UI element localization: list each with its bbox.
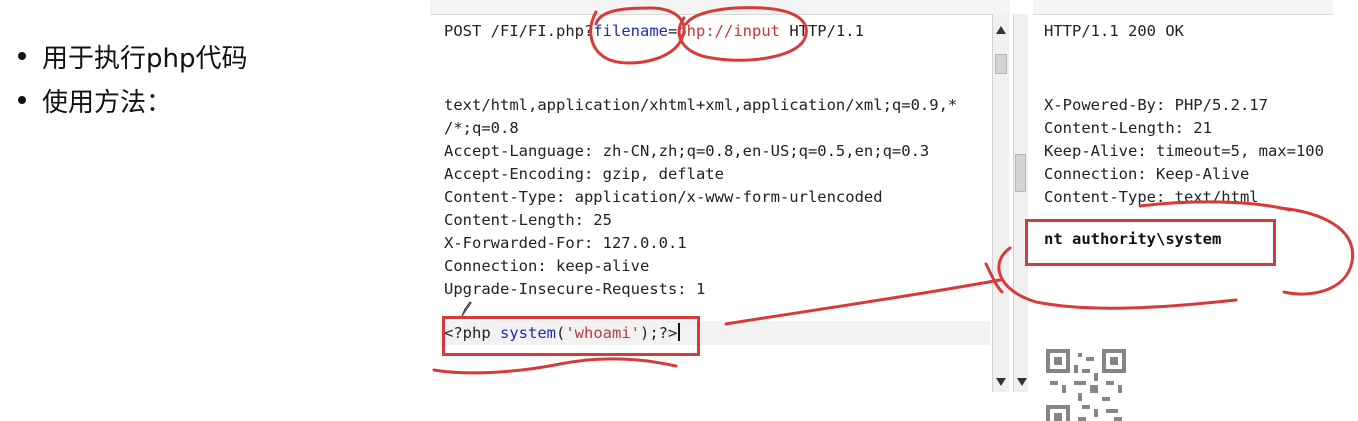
request-line: POST /FI/FI.php?filename=php://input HTT… — [444, 20, 864, 43]
bullet-usage-text: 使用方法： — [42, 87, 173, 118]
request-body-highlight-box — [442, 316, 700, 356]
response-header-line: Content-Type: text/html — [1044, 188, 1259, 206]
response-result-highlight-box — [1025, 219, 1276, 266]
request-header-line: X-Forwarded-For: 127.0.0.1 — [444, 234, 687, 252]
request-scrollbar[interactable] — [992, 14, 1009, 392]
request-hidden-headers-gap — [430, 49, 990, 97]
response-panel-topbar — [1033, 0, 1333, 15]
scroll-down-icon[interactable] — [1017, 378, 1027, 386]
request-header-line: Content-Type: application/x-www-form-url… — [444, 188, 883, 206]
response-header-line: Keep-Alive: timeout=5, max=100 — [1044, 142, 1324, 160]
request-query-mark: ? — [583, 22, 594, 40]
request-param-value: php://input — [677, 22, 780, 40]
response-scrollbar[interactable] — [1013, 14, 1028, 392]
request-header-line: Upgrade-Insecure-Requests: 1 — [444, 280, 706, 298]
response-header-line: Connection: Keep-Alive — [1044, 165, 1250, 183]
request-method-path: POST /FI/FI.php — [444, 22, 584, 40]
request-panel-topbar — [430, 0, 1010, 15]
response-header-line: Content-Length: 21 — [1044, 119, 1212, 137]
request-param-equals: = — [667, 22, 678, 40]
request-header-line: text/html,application/xhtml+xml,applicat… — [444, 96, 958, 114]
response-scroll-thumb[interactable] — [1015, 154, 1026, 192]
request-param-name: filename — [593, 22, 668, 40]
slide-bullet-list: 用于执行php代码 使用方法： — [18, 34, 398, 122]
request-header-line: Accept-Encoding: gzip, deflate — [444, 165, 724, 183]
qr-code-icon — [1046, 349, 1126, 421]
request-header-line: Connection: keep-alive — [444, 257, 650, 275]
scroll-down-icon[interactable] — [996, 378, 1006, 386]
bullet-dot-icon — [18, 96, 26, 104]
response-status-line: HTTP/1.1 200 OK — [1044, 22, 1184, 40]
request-protocol: HTTP/1.1 — [779, 22, 864, 40]
response-hidden-headers-gap — [1033, 49, 1333, 97]
bullet-purpose-text: 用于执行php代码 — [42, 43, 248, 74]
scroll-up-icon[interactable] — [996, 26, 1006, 34]
response-header-line: X-Powered-By: PHP/5.2.17 — [1044, 96, 1268, 114]
bullet-dot-icon — [18, 52, 26, 60]
bullet-purpose: 用于执行php代码 — [18, 34, 398, 78]
bullet-usage: 使用方法： — [18, 78, 398, 122]
request-scroll-thumb[interactable] — [995, 54, 1007, 74]
request-header-line: Accept-Language: zh-CN,zh;q=0.8,en-US;q=… — [444, 142, 930, 160]
request-header-line: Content-Length: 25 — [444, 211, 612, 229]
request-header-line: /*;q=0.8 — [444, 119, 519, 137]
